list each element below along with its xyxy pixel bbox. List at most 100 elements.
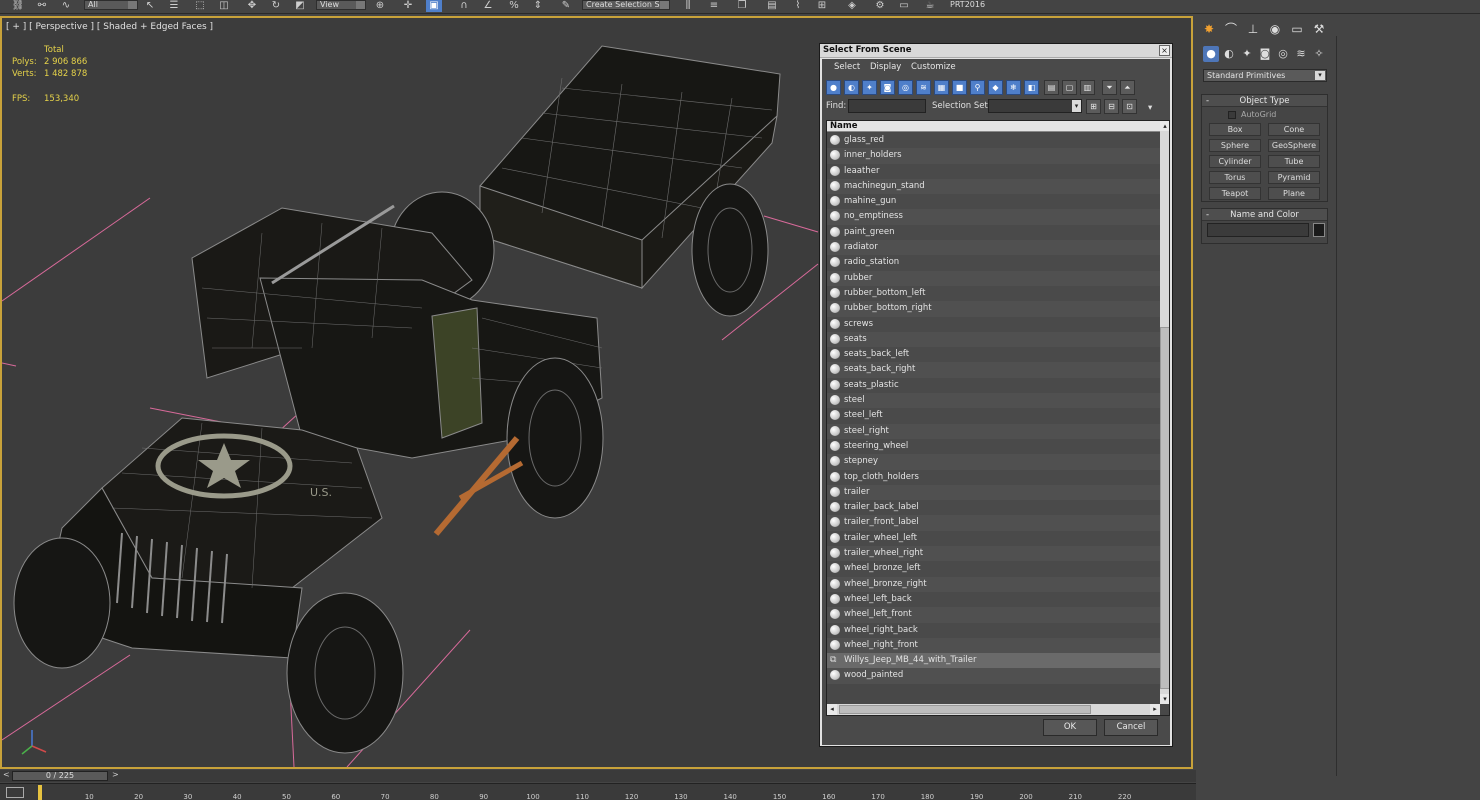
display-containers-icon[interactable]: ◆ xyxy=(988,80,1003,95)
tube-button[interactable]: Tube xyxy=(1268,155,1320,168)
list-item[interactable]: wheel_bronze_right xyxy=(827,576,1160,592)
render-production-icon[interactable]: ☕ xyxy=(922,0,938,12)
teapot-button[interactable]: Teapot xyxy=(1209,187,1261,200)
viewport-label-menu[interactable]: [ + ] [ Perspective ] [ Shaded + Edged F… xyxy=(6,22,213,32)
ok-button[interactable]: OK xyxy=(1043,719,1097,736)
list-item[interactable]: steel xyxy=(827,393,1160,409)
cone-button[interactable]: Cone xyxy=(1268,123,1320,136)
list-item[interactable]: wheel_right_front xyxy=(827,637,1160,654)
cameras-icon[interactable]: ◙ xyxy=(1257,46,1273,62)
list-item[interactable]: top_cloth_holders xyxy=(827,469,1160,485)
mini-curve-editor-icon[interactable] xyxy=(6,787,24,798)
bind-spacewarp-icon[interactable]: ∿ xyxy=(58,0,74,12)
display-none-icon[interactable]: ▢ xyxy=(1062,80,1077,95)
menu-customize[interactable]: Customize xyxy=(911,62,956,72)
next-frame-icon[interactable]: > xyxy=(112,770,119,779)
list-item[interactable]: trailer_front_label xyxy=(827,515,1160,531)
list-item[interactable]: seats_back_left xyxy=(827,347,1160,363)
select-set-icon[interactable]: ⊡ xyxy=(1122,99,1137,114)
list-item[interactable]: seats xyxy=(827,331,1160,348)
align-icon[interactable]: ≡ xyxy=(706,0,722,12)
primitive-category-dropdown[interactable]: Standard Primitives ▾ xyxy=(1203,69,1327,82)
helpers-icon[interactable]: ◎ xyxy=(1275,46,1291,62)
display-geometry-icon[interactable]: ● xyxy=(826,80,841,95)
space-warps-icon[interactable]: ≋ xyxy=(1293,46,1309,62)
scroll-thumb[interactable] xyxy=(1160,327,1169,689)
name-column-header[interactable]: Name xyxy=(827,121,1160,132)
keyboard-shortcut-override-icon[interactable]: ▣ xyxy=(426,0,442,12)
vertical-scrollbar[interactable]: ▴ ▾ xyxy=(1160,121,1169,704)
display-tab-icon[interactable]: ▭ xyxy=(1288,20,1306,38)
list-item[interactable]: seats_back_right xyxy=(827,362,1160,378)
list-item[interactable]: steel_right xyxy=(827,423,1160,439)
display-cameras-icon[interactable]: ◙ xyxy=(880,80,895,95)
systems-icon[interactable]: ✧ xyxy=(1311,46,1327,62)
list-item[interactable]: no_emptiness xyxy=(827,209,1160,225)
list-item[interactable]: trailer_wheel_left xyxy=(827,530,1160,547)
box-button[interactable]: Box xyxy=(1209,123,1261,136)
render-setup-icon[interactable]: ⚙ xyxy=(872,0,888,12)
rendered-frame-window-icon[interactable]: ▭ xyxy=(896,0,912,12)
list-item[interactable]: steel_left xyxy=(827,408,1160,424)
display-groups-icon[interactable]: ▦ xyxy=(934,80,949,95)
link-icon[interactable]: ⛓ xyxy=(10,0,26,12)
torus-button[interactable]: Torus xyxy=(1209,171,1261,184)
list-item[interactable]: wheel_bronze_left xyxy=(827,561,1160,577)
display-frozen-icon[interactable]: ❄ xyxy=(1006,80,1021,95)
sphere-button[interactable]: Sphere xyxy=(1209,139,1261,152)
rotate-icon[interactable]: ↻ xyxy=(268,0,284,12)
find-input[interactable] xyxy=(848,99,926,113)
display-helpers-icon[interactable]: ◎ xyxy=(898,80,913,95)
display-invert-icon[interactable]: ▥ xyxy=(1080,80,1095,95)
hscroll-thumb[interactable] xyxy=(839,705,1091,714)
menu-select[interactable]: Select xyxy=(834,62,860,72)
reference-coordinate-dropdown[interactable]: View xyxy=(316,0,366,10)
geometry-icon[interactable]: ● xyxy=(1203,46,1219,62)
cylinder-button[interactable]: Cylinder xyxy=(1209,155,1261,168)
mirror-icon[interactable]: ⫼ xyxy=(680,0,696,12)
menu-display[interactable]: Display xyxy=(870,62,901,72)
filter-icon[interactable]: ⏷ xyxy=(1102,80,1117,95)
display-hidden-icon[interactable]: ◧ xyxy=(1024,80,1039,95)
name-and-color-header[interactable]: - Name and Color xyxy=(1202,209,1327,221)
display-spacewarps-icon[interactable]: ≋ xyxy=(916,80,931,95)
list-item[interactable]: machinegun_stand xyxy=(827,178,1160,195)
select-manipulate-icon[interactable]: ✛ xyxy=(400,0,416,12)
filter-options-icon[interactable]: ⏶ xyxy=(1120,80,1135,95)
plane-button[interactable]: Plane xyxy=(1268,187,1320,200)
selection-set-dropdown[interactable]: ▾ xyxy=(988,99,1082,113)
list-item[interactable]: radiator xyxy=(827,240,1160,256)
unlink-icon[interactable]: ⚯ xyxy=(34,0,50,12)
graphite-tools-icon[interactable]: ▤ xyxy=(764,0,780,12)
list-item[interactable]: paint_green xyxy=(827,224,1160,241)
scroll-down-icon[interactable]: ▾ xyxy=(1160,694,1169,704)
dialog-title-bar[interactable]: Select From Scene × xyxy=(820,44,1172,58)
shapes-icon[interactable]: ◐ xyxy=(1221,46,1237,62)
list-item[interactable]: trailer xyxy=(827,484,1160,501)
list-item[interactable]: wheel_left_back xyxy=(827,591,1160,608)
display-all-icon[interactable]: ▤ xyxy=(1044,80,1059,95)
list-item[interactable]: radio_station xyxy=(827,255,1160,271)
snaps-toggle-icon[interactable]: ∩ xyxy=(456,0,472,12)
geosphere-button[interactable]: GeoSphere xyxy=(1268,139,1320,152)
add-to-set-icon[interactable]: ⊞ xyxy=(1086,99,1101,114)
material-editor-icon[interactable]: ◈ xyxy=(844,0,860,12)
named-selection-sets-dropdown[interactable]: Create Selection Se xyxy=(582,0,670,10)
display-bones-icon[interactable]: ⚲ xyxy=(970,80,985,95)
horizontal-scrollbar[interactable]: ◂ ▸ xyxy=(827,704,1160,715)
edit-named-selection-icon[interactable]: ✎ xyxy=(558,0,574,12)
current-frame-marker[interactable] xyxy=(38,785,42,800)
list-item[interactable]: rubber xyxy=(827,270,1160,286)
select-object-icon[interactable]: ↖ xyxy=(142,0,158,12)
create-tab-icon[interactable]: ✸ xyxy=(1200,20,1218,38)
list-item[interactable]: leaather xyxy=(827,163,1160,179)
angle-snap-icon[interactable]: ∠ xyxy=(480,0,496,12)
lights-icon[interactable]: ✦ xyxy=(1239,46,1255,62)
display-shapes-icon[interactable]: ◐ xyxy=(844,80,859,95)
prev-frame-icon[interactable]: < xyxy=(3,770,10,779)
schematic-view-icon[interactable]: ⊞ xyxy=(814,0,830,12)
autogrid-checkbox[interactable]: AutoGrid xyxy=(1228,110,1276,119)
list-item[interactable]: screws xyxy=(827,316,1160,332)
list-item[interactable]: seats_plastic xyxy=(827,377,1160,394)
display-lights-icon[interactable]: ✦ xyxy=(862,80,877,95)
